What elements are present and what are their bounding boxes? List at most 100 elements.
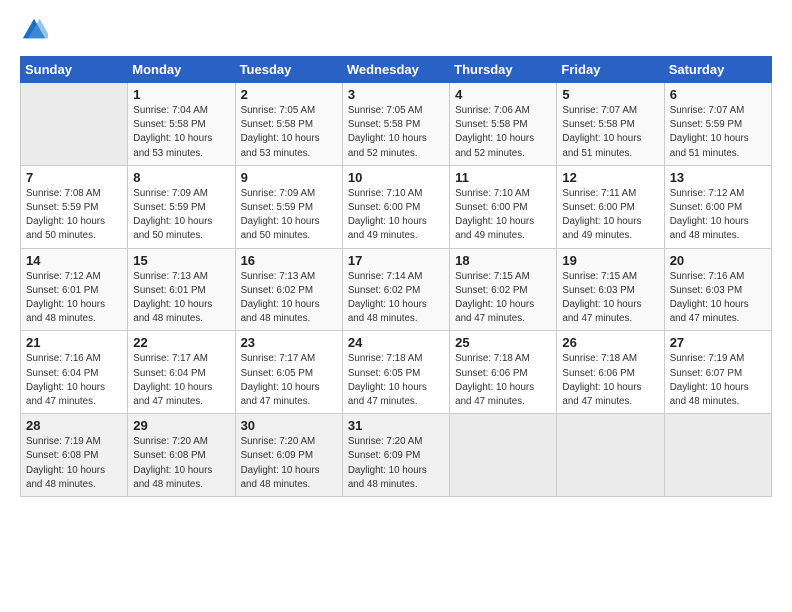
calendar-cell: 26Sunrise: 7:18 AM Sunset: 6:06 PM Dayli…: [557, 331, 664, 414]
calendar-cell: 24Sunrise: 7:18 AM Sunset: 6:05 PM Dayli…: [342, 331, 449, 414]
day-info: Sunrise: 7:07 AM Sunset: 5:58 PM Dayligh…: [562, 104, 658, 161]
day-info: Sunrise: 7:13 AM Sunset: 6:01 PM Dayligh…: [133, 270, 229, 327]
logo: [20, 16, 52, 44]
calendar-cell: 10 Sunrise: 7:10 AM Sunset: 6:00 PM Dayli…: [342, 165, 449, 248]
calendar-cell: 5 Sunrise: 7:07 AM Sunset: 5:58 PM Daylig…: [557, 83, 664, 166]
day-info: Sunrise: 7:16 AM Sunset: 6:04 PM Dayligh…: [26, 352, 122, 409]
calendar-cell: 6 Sunrise: 7:07 AM Sunset: 5:59 PM Daylig…: [664, 83, 771, 166]
day-info: Sunrise: 7:18 AM Sunset: 6:05 PM Dayligh…: [348, 352, 444, 409]
day-info: Sunrise: 7:18 AM Sunset: 6:06 PM Dayligh…: [455, 352, 551, 409]
calendar-cell: 4 Sunrise: 7:06 AM Sunset: 5:58 PM Daylig…: [450, 83, 557, 166]
day-info: Sunrise: 7:15 AM Sunset: 6:02 PM Dayligh…: [455, 270, 551, 327]
calendar-cell: 20Sunrise: 7:16 AM Sunset: 6:03 PM Dayli…: [664, 248, 771, 331]
calendar-cell: 11 Sunrise: 7:10 AM Sunset: 6:00 PM Dayli…: [450, 165, 557, 248]
calendar-cell: 14 Sunrise: 7:12 AM Sunset: 6:01 PM Dayli…: [21, 248, 128, 331]
day-info: Sunrise: 7:10 AM Sunset: 6:00 PM Dayligh…: [348, 187, 444, 244]
calendar-week-row: 1 Sunrise: 7:04 AM Sunset: 5:58 PM Daylig…: [21, 83, 772, 166]
calendar-cell: 27Sunrise: 7:19 AM Sunset: 6:07 PM Dayli…: [664, 331, 771, 414]
day-number: 27: [670, 335, 766, 350]
day-info: Sunrise: 7:06 AM Sunset: 5:58 PM Dayligh…: [455, 104, 551, 161]
calendar-cell: 30 Sunrise: 7:20 AM Sunset: 6:09 PM Dayli…: [235, 414, 342, 497]
day-number: 11: [455, 170, 551, 185]
day-info: Sunrise: 7:12 AM Sunset: 6:00 PM Dayligh…: [670, 187, 766, 244]
day-info: Sunrise: 7:12 AM Sunset: 6:01 PM Dayligh…: [26, 270, 122, 327]
day-number: 1: [133, 87, 229, 102]
calendar-cell: 22 Sunrise: 7:17 AM Sunset: 6:04 PM Dayli…: [128, 331, 235, 414]
calendar-body: 1 Sunrise: 7:04 AM Sunset: 5:58 PM Daylig…: [21, 83, 772, 497]
calendar-cell: 9 Sunrise: 7:09 AM Sunset: 5:59 PM Daylig…: [235, 165, 342, 248]
day-info: Sunrise: 7:15 AM Sunset: 6:03 PM Dayligh…: [562, 270, 658, 327]
day-number: 28: [26, 418, 122, 433]
calendar-cell: 7Sunrise: 7:08 AM Sunset: 5:59 PM Daylig…: [21, 165, 128, 248]
page-container: SundayMondayTuesdayWednesdayThursdayFrid…: [0, 0, 792, 507]
day-info: Sunrise: 7:20 AM Sunset: 6:08 PM Dayligh…: [133, 435, 229, 492]
calendar-cell: [664, 414, 771, 497]
weekday-header: Thursday: [450, 57, 557, 83]
day-info: Sunrise: 7:20 AM Sunset: 6:09 PM Dayligh…: [241, 435, 337, 492]
calendar-cell: 31 Sunrise: 7:20 AM Sunset: 6:09 PM Dayli…: [342, 414, 449, 497]
calendar-cell: 18 Sunrise: 7:15 AM Sunset: 6:02 PM Dayli…: [450, 248, 557, 331]
day-number: 31: [348, 418, 444, 433]
day-info: Sunrise: 7:11 AM Sunset: 6:00 PM Dayligh…: [562, 187, 658, 244]
day-info: Sunrise: 7:17 AM Sunset: 6:05 PM Dayligh…: [241, 352, 337, 409]
calendar-cell: 16 Sunrise: 7:13 AM Sunset: 6:02 PM Dayli…: [235, 248, 342, 331]
day-info: Sunrise: 7:05 AM Sunset: 5:58 PM Dayligh…: [241, 104, 337, 161]
day-number: 30: [241, 418, 337, 433]
day-info: Sunrise: 7:13 AM Sunset: 6:02 PM Dayligh…: [241, 270, 337, 327]
calendar-cell: 19 Sunrise: 7:15 AM Sunset: 6:03 PM Dayli…: [557, 248, 664, 331]
calendar-cell: 25 Sunrise: 7:18 AM Sunset: 6:06 PM Dayli…: [450, 331, 557, 414]
day-info: Sunrise: 7:05 AM Sunset: 5:58 PM Dayligh…: [348, 104, 444, 161]
day-info: Sunrise: 7:18 AM Sunset: 6:06 PM Dayligh…: [562, 352, 658, 409]
day-number: 17: [348, 253, 444, 268]
logo-icon: [20, 16, 48, 44]
calendar-cell: [450, 414, 557, 497]
day-number: 10: [348, 170, 444, 185]
day-info: Sunrise: 7:04 AM Sunset: 5:58 PM Dayligh…: [133, 104, 229, 161]
day-info: Sunrise: 7:19 AM Sunset: 6:08 PM Dayligh…: [26, 435, 122, 492]
calendar-cell: [557, 414, 664, 497]
day-number: 9: [241, 170, 337, 185]
day-info: Sunrise: 7:09 AM Sunset: 5:59 PM Dayligh…: [133, 187, 229, 244]
day-number: 14: [26, 253, 122, 268]
calendar-cell: 17Sunrise: 7:14 AM Sunset: 6:02 PM Dayli…: [342, 248, 449, 331]
weekday-header: Sunday: [21, 57, 128, 83]
calendar-week-row: 21 Sunrise: 7:16 AM Sunset: 6:04 PM Dayli…: [21, 331, 772, 414]
day-number: 18: [455, 253, 551, 268]
day-number: 23: [241, 335, 337, 350]
calendar-table: SundayMondayTuesdayWednesdayThursdayFrid…: [20, 56, 772, 497]
weekday-header: Monday: [128, 57, 235, 83]
day-info: Sunrise: 7:09 AM Sunset: 5:59 PM Dayligh…: [241, 187, 337, 244]
calendar-cell: 8 Sunrise: 7:09 AM Sunset: 5:59 PM Daylig…: [128, 165, 235, 248]
calendar-cell: 15 Sunrise: 7:13 AM Sunset: 6:01 PM Dayli…: [128, 248, 235, 331]
calendar-week-row: 7Sunrise: 7:08 AM Sunset: 5:59 PM Daylig…: [21, 165, 772, 248]
day-info: Sunrise: 7:10 AM Sunset: 6:00 PM Dayligh…: [455, 187, 551, 244]
calendar-cell: 23 Sunrise: 7:17 AM Sunset: 6:05 PM Dayli…: [235, 331, 342, 414]
day-number: 5: [562, 87, 658, 102]
day-number: 22: [133, 335, 229, 350]
day-number: 6: [670, 87, 766, 102]
calendar-week-row: 14 Sunrise: 7:12 AM Sunset: 6:01 PM Dayli…: [21, 248, 772, 331]
calendar-cell: 3 Sunrise: 7:05 AM Sunset: 5:58 PM Daylig…: [342, 83, 449, 166]
calendar-cell: 29Sunrise: 7:20 AM Sunset: 6:08 PM Dayli…: [128, 414, 235, 497]
day-number: 19: [562, 253, 658, 268]
calendar-cell: 21 Sunrise: 7:16 AM Sunset: 6:04 PM Dayli…: [21, 331, 128, 414]
day-info: Sunrise: 7:20 AM Sunset: 6:09 PM Dayligh…: [348, 435, 444, 492]
header: [20, 16, 772, 44]
day-info: Sunrise: 7:07 AM Sunset: 5:59 PM Dayligh…: [670, 104, 766, 161]
day-number: 2: [241, 87, 337, 102]
day-number: 15: [133, 253, 229, 268]
calendar-cell: 13Sunrise: 7:12 AM Sunset: 6:00 PM Dayli…: [664, 165, 771, 248]
day-number: 8: [133, 170, 229, 185]
calendar-cell: 2 Sunrise: 7:05 AM Sunset: 5:58 PM Daylig…: [235, 83, 342, 166]
day-number: 4: [455, 87, 551, 102]
day-number: 7: [26, 170, 122, 185]
day-number: 16: [241, 253, 337, 268]
calendar-cell: [21, 83, 128, 166]
weekday-header-row: SundayMondayTuesdayWednesdayThursdayFrid…: [21, 57, 772, 83]
day-number: 25: [455, 335, 551, 350]
day-number: 21: [26, 335, 122, 350]
weekday-header: Friday: [557, 57, 664, 83]
day-info: Sunrise: 7:17 AM Sunset: 6:04 PM Dayligh…: [133, 352, 229, 409]
day-number: 3: [348, 87, 444, 102]
calendar-cell: 1 Sunrise: 7:04 AM Sunset: 5:58 PM Daylig…: [128, 83, 235, 166]
